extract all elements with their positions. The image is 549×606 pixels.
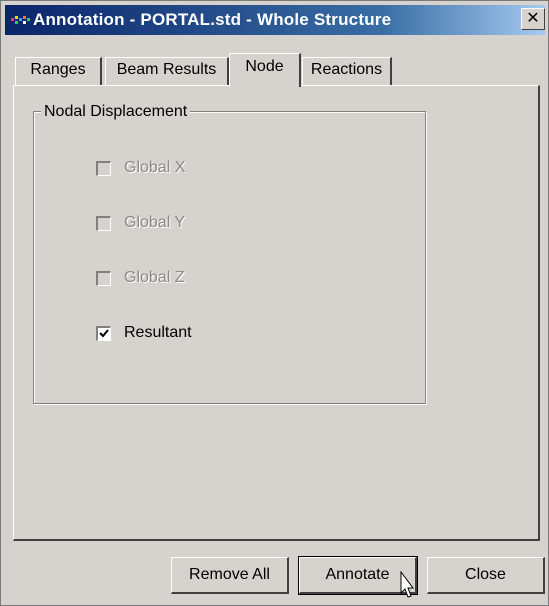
- tab-beam-results[interactable]: Beam Results: [105, 57, 229, 85]
- checkbox-box[interactable]: [96, 216, 111, 231]
- tab-label: Beam Results: [116, 61, 217, 78]
- checkbox-label: Global X: [124, 159, 186, 176]
- checkbox-box[interactable]: [96, 161, 111, 176]
- app-icon: [11, 16, 30, 24]
- title-bar[interactable]: Annotation - PORTAL.std - Whole Structur…: [5, 5, 545, 35]
- close-window-button[interactable]: ✕: [521, 8, 545, 30]
- tab-label: Reactions: [310, 61, 383, 78]
- window-title: Annotation - PORTAL.std - Whole Structur…: [33, 10, 392, 29]
- close-icon: ✕: [526, 10, 540, 27]
- checkbox-box[interactable]: [96, 271, 111, 286]
- checkmark-icon: [99, 329, 109, 338]
- checkbox-box[interactable]: [96, 326, 111, 341]
- remove-all-button[interactable]: Remove All: [171, 557, 289, 594]
- annotation-dialog: Annotation - PORTAL.std - Whole Structur…: [0, 0, 549, 606]
- group-title: Nodal Displacement: [41, 103, 191, 121]
- tab-ranges[interactable]: Ranges: [15, 57, 102, 85]
- checkbox-label: Resultant: [124, 324, 192, 341]
- tab-node[interactable]: Node: [229, 53, 301, 87]
- close-button[interactable]: Close: [427, 557, 545, 594]
- tab-label: Ranges: [30, 61, 86, 78]
- nodal-displacement-group: [33, 111, 426, 404]
- checkbox-label: Global Y: [124, 214, 186, 231]
- mouse-pointer-icon: [400, 571, 414, 598]
- tab-label: Node: [245, 58, 284, 75]
- checkbox-label: Global Z: [124, 269, 185, 286]
- tab-reactions[interactable]: Reactions: [302, 57, 392, 85]
